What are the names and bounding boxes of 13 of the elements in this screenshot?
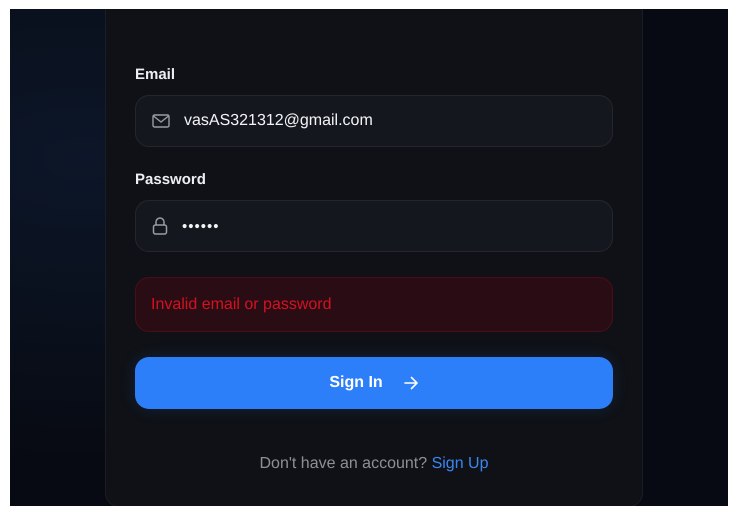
- lock-icon: [152, 217, 168, 235]
- arrow-right-icon: [402, 376, 419, 390]
- error-message: Invalid email or password: [135, 277, 613, 332]
- email-field[interactable]: vasAS321312@gmail.com: [135, 95, 613, 147]
- sign-in-button[interactable]: Sign In: [135, 357, 613, 409]
- email-value: vasAS321312@gmail.com: [184, 112, 373, 130]
- password-field[interactable]: ••••••: [135, 200, 613, 252]
- sign-up-link[interactable]: Sign Up: [432, 455, 488, 472]
- field-label: Password: [135, 171, 206, 188]
- sign-up-prompt: Don't have an account? Sign Up: [258, 455, 490, 473]
- field-label: Email: [135, 66, 176, 83]
- masked-password: ••••••: [182, 218, 220, 234]
- envelope-icon: [152, 114, 170, 128]
